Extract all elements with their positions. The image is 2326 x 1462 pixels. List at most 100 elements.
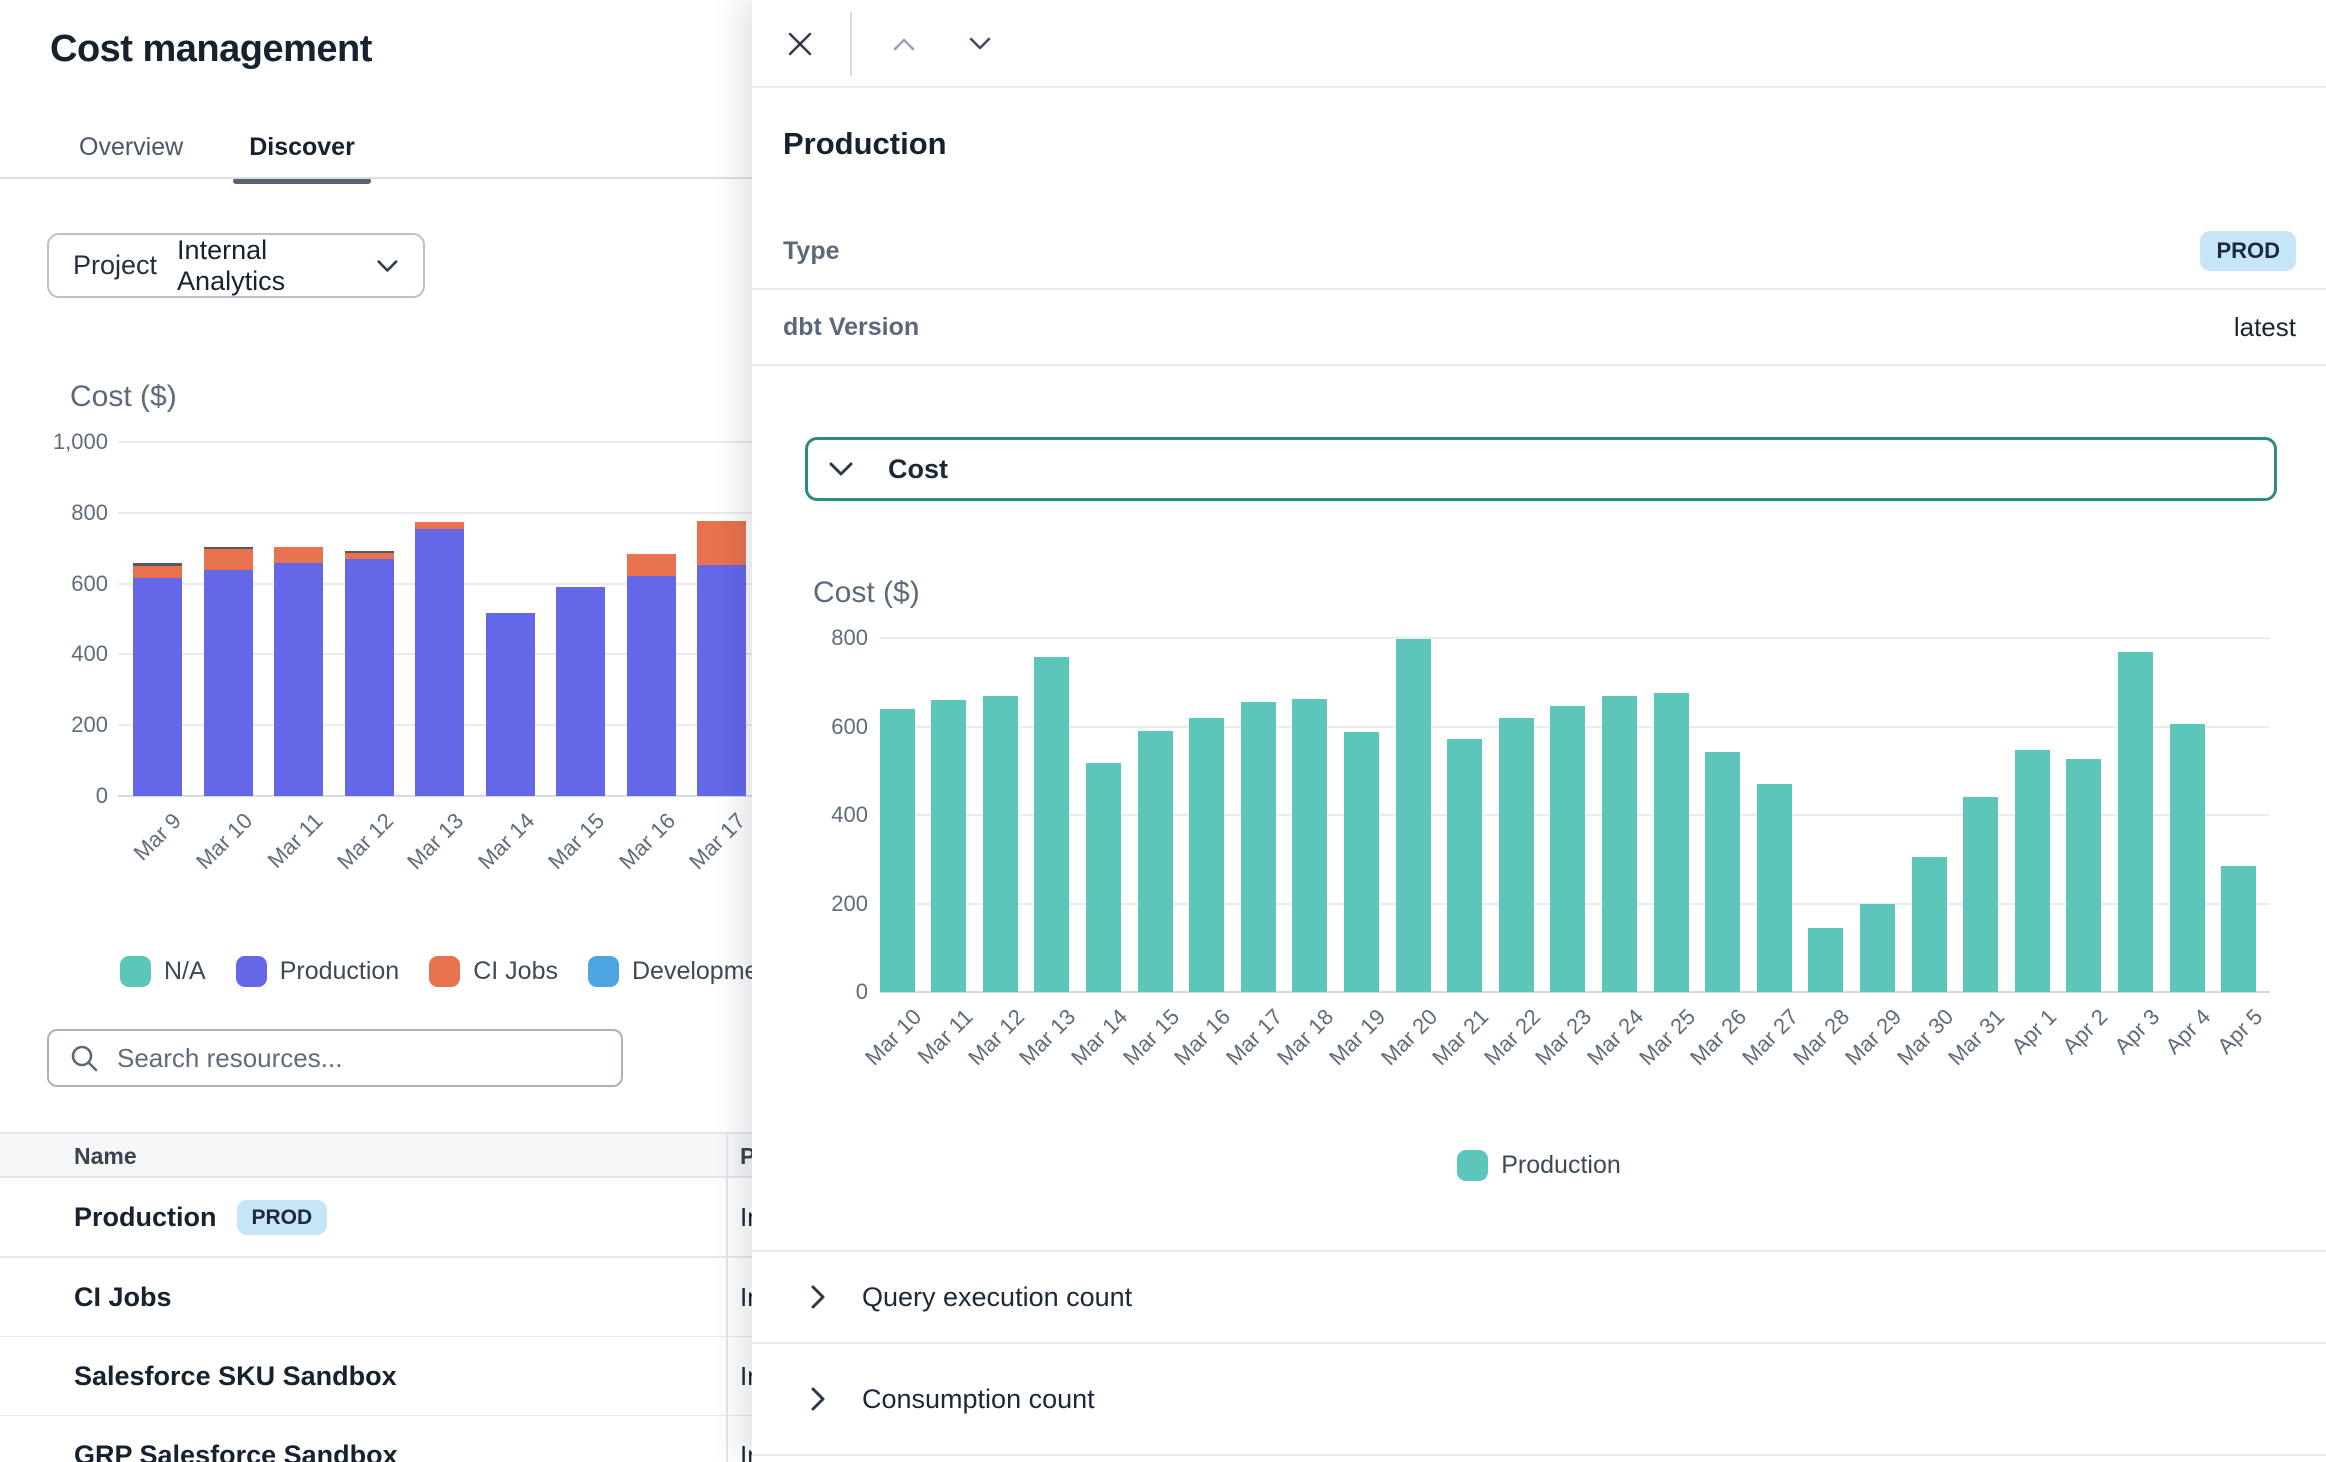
y-axis-tick: 200 xyxy=(12,711,108,739)
bar-production[interactable] xyxy=(1757,784,1792,992)
bar-production[interactable] xyxy=(1396,639,1431,992)
bar-production[interactable] xyxy=(697,565,746,796)
x-axis-label: Mar 14 xyxy=(473,808,540,875)
legend-swatch xyxy=(1457,1150,1488,1181)
bar-production[interactable] xyxy=(1447,739,1482,992)
bar-production[interactable] xyxy=(2015,750,2050,992)
x-axis-label: Apr 1 xyxy=(2006,1004,2062,1060)
bar-ci-jobs[interactable] xyxy=(345,553,394,559)
bar-production[interactable] xyxy=(1705,752,1740,992)
right-chart-legend: Production xyxy=(752,1150,2326,1181)
panel-accordion: Query execution count Consumption count xyxy=(752,1250,2326,1456)
bar-production[interactable] xyxy=(2066,759,2101,992)
bar-other[interactable] xyxy=(204,547,253,549)
legend-item-n-a[interactable]: N/A xyxy=(120,956,206,987)
left-chart-legend: N/A Production CI Jobs Development xyxy=(120,956,752,987)
legend-item-development[interactable]: Development xyxy=(588,956,752,987)
y-axis-tick: 1,000 xyxy=(12,428,108,456)
bar-ci-jobs[interactable] xyxy=(415,522,464,529)
bar-production[interactable] xyxy=(1654,693,1689,992)
legend-item-production[interactable]: Production xyxy=(1457,1150,1621,1181)
bar-other[interactable] xyxy=(133,563,182,566)
y-axis-tick: 600 xyxy=(12,570,108,598)
y-axis-tick: 800 xyxy=(772,624,868,652)
bar-production[interactable] xyxy=(274,563,323,796)
bar-ci-jobs[interactable] xyxy=(274,547,323,563)
cost-management-page: Cost management OverviewDiscover Project… xyxy=(0,0,2326,1462)
search-input[interactable] xyxy=(117,1043,601,1074)
bar-production[interactable] xyxy=(983,696,1018,992)
y-axis-tick: 200 xyxy=(772,890,868,918)
chevron-right-icon xyxy=(810,1386,826,1412)
bar-production[interactable] xyxy=(1292,699,1327,992)
table-column-divider xyxy=(726,1132,728,1462)
bar-production[interactable] xyxy=(2118,652,2153,992)
table-row-ci-jobs[interactable]: CI JobsInternal Analytics xyxy=(0,1258,752,1338)
gridline xyxy=(880,637,2270,639)
bar-production[interactable] xyxy=(486,613,535,796)
x-axis-label: Mar 11 xyxy=(262,808,328,874)
x-axis-label: Mar 21 xyxy=(1427,1004,1494,1071)
x-axis-label: Mar 12 xyxy=(963,1004,1030,1071)
bar-production[interactable] xyxy=(1499,718,1534,992)
section-query-execution-count[interactable]: Query execution count xyxy=(752,1250,2326,1344)
x-axis-label: Mar 27 xyxy=(1737,1004,1804,1071)
x-axis-label: Mar 20 xyxy=(1376,1004,1443,1071)
cost-by-environment-chart: 1,0008006004002000Mar 9Mar 10Mar 11Mar 1… xyxy=(0,0,752,940)
bar-production[interactable] xyxy=(415,529,464,796)
legend-label: Production xyxy=(1501,1151,1621,1180)
bar-production[interactable] xyxy=(345,559,394,796)
x-axis-label: Mar 15 xyxy=(543,808,610,875)
bar-ci-jobs[interactable] xyxy=(204,549,253,570)
legend-item-ci-jobs[interactable]: CI Jobs xyxy=(429,956,558,987)
bar-production[interactable] xyxy=(1086,763,1121,992)
legend-item-production[interactable]: Production xyxy=(236,956,400,987)
x-axis-label: Mar 13 xyxy=(1014,1004,1081,1071)
bar-production[interactable] xyxy=(1963,797,1998,992)
x-axis-label: Mar 26 xyxy=(1685,1004,1752,1071)
x-axis-label: Mar 16 xyxy=(1169,1004,1236,1071)
bar-production[interactable] xyxy=(1550,706,1585,992)
search-box xyxy=(47,1029,623,1087)
bar-production[interactable] xyxy=(204,570,253,796)
bar-production[interactable] xyxy=(627,576,676,796)
bar-production[interactable] xyxy=(1912,857,1947,992)
section-consumption-count[interactable]: Consumption count xyxy=(752,1344,2326,1456)
bar-production[interactable] xyxy=(2221,866,2256,992)
y-axis-tick: 400 xyxy=(12,640,108,668)
table-row-grp-salesforce-sandbox[interactable]: GRP Salesforce SandboxInternal Analytics xyxy=(0,1416,752,1462)
table-row-production[interactable]: ProductionPRODInternal Analytics xyxy=(0,1178,752,1258)
bar-production[interactable] xyxy=(1860,904,1895,992)
bar-production[interactable] xyxy=(1138,731,1173,992)
legend-label: N/A xyxy=(164,957,206,986)
bar-production[interactable] xyxy=(1602,696,1637,992)
resource-name: CI Jobs xyxy=(74,1258,172,1336)
table-row-salesforce-sku-sandbox[interactable]: Salesforce SKU SandboxInternal Analytics xyxy=(0,1337,752,1417)
prod-badge: PROD xyxy=(237,1200,328,1235)
bar-production[interactable] xyxy=(1189,718,1224,992)
x-axis-label: Mar 18 xyxy=(1272,1004,1339,1071)
bar-production[interactable] xyxy=(1034,657,1069,992)
bar-production[interactable] xyxy=(880,709,915,992)
x-axis-label: Mar 28 xyxy=(1788,1004,1855,1071)
x-axis-label: Mar 10 xyxy=(860,1004,927,1071)
production-cost-chart: 8006004002000Mar 10Mar 11Mar 12Mar 13Mar… xyxy=(752,0,2326,1130)
bar-ci-jobs[interactable] xyxy=(133,566,182,578)
bar-production[interactable] xyxy=(2170,724,2205,992)
legend-label: Development xyxy=(632,957,752,986)
bar-ci-jobs[interactable] xyxy=(697,521,746,565)
bar-production[interactable] xyxy=(1344,732,1379,992)
resource-project: Internal Analytics xyxy=(740,1178,752,1256)
x-axis-label: Mar 13 xyxy=(402,808,469,875)
bar-production[interactable] xyxy=(931,700,966,992)
x-axis-label: Mar 9 xyxy=(129,808,187,866)
bar-production[interactable] xyxy=(1808,928,1843,992)
bar-production[interactable] xyxy=(133,578,182,796)
bar-production[interactable] xyxy=(1241,702,1276,992)
bar-other[interactable] xyxy=(345,551,394,553)
bar-production[interactable] xyxy=(556,587,605,796)
bar-ci-jobs[interactable] xyxy=(627,554,676,576)
x-axis-label: Mar 29 xyxy=(1840,1004,1907,1071)
x-axis-label: Mar 25 xyxy=(1634,1004,1701,1071)
section-label: Query execution count xyxy=(862,1282,1132,1313)
